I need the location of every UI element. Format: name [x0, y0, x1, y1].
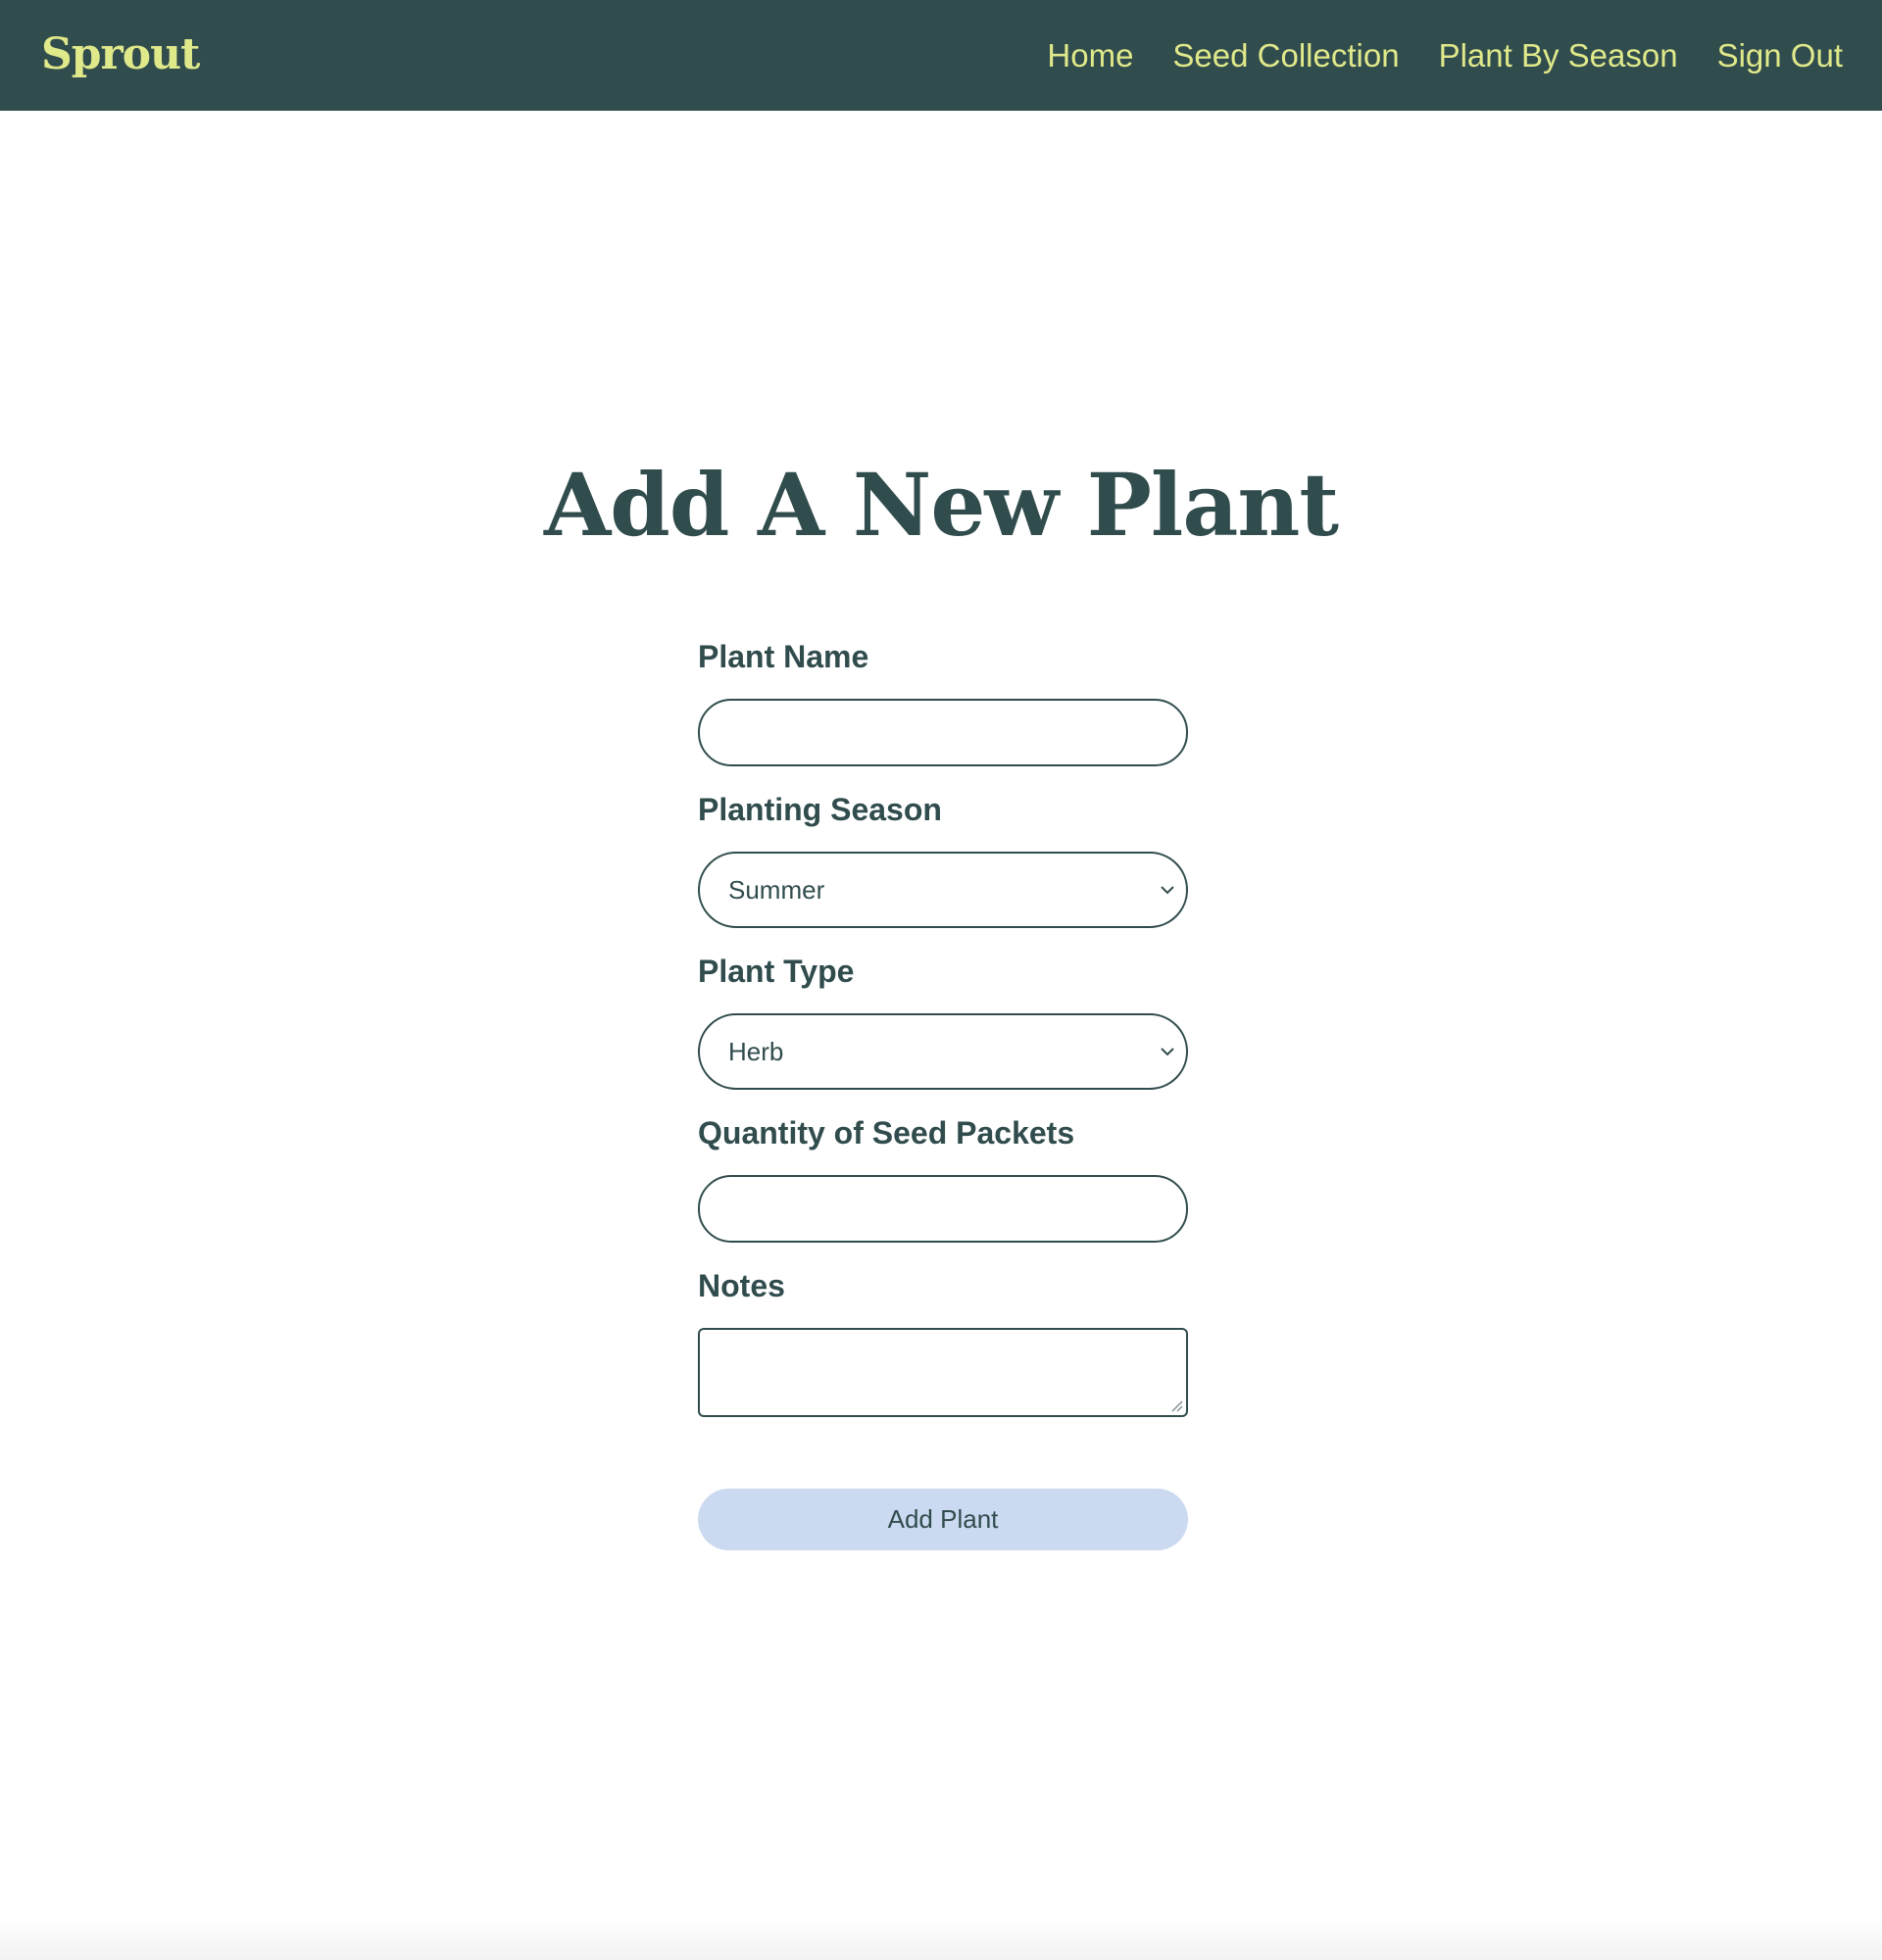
- plant-name-input[interactable]: [698, 699, 1188, 766]
- chevron-down-icon: [1161, 1048, 1174, 1056]
- page-footer-shadow: [0, 1916, 1882, 1960]
- nav-link-plant-by-season[interactable]: Plant By Season: [1439, 37, 1678, 74]
- nav-links: Home Seed Collection Plant By Season Sig…: [1047, 0, 1843, 111]
- nav-link-sign-out[interactable]: Sign Out: [1717, 37, 1843, 74]
- brand-logo[interactable]: Sprout: [41, 25, 200, 84]
- planting-season-select[interactable]: Summer: [698, 852, 1188, 928]
- nav-link-home[interactable]: Home: [1047, 37, 1133, 74]
- plant-type-label: Plant Type: [698, 954, 855, 989]
- plant-type-value: Herb: [728, 1037, 784, 1066]
- notes-label: Notes: [698, 1268, 785, 1303]
- page-title: Add A New Plant: [544, 454, 1339, 556]
- resize-grip-icon[interactable]: [1169, 1398, 1183, 1412]
- planting-season-value: Summer: [728, 875, 825, 905]
- nav-link-seed-collection[interactable]: Seed Collection: [1172, 37, 1399, 74]
- add-plant-button[interactable]: Add Plant: [698, 1489, 1188, 1550]
- seed-quantity-label: Quantity of Seed Packets: [698, 1115, 1075, 1151]
- planting-season-label: Planting Season: [698, 792, 942, 827]
- plant-type-select[interactable]: Herb: [698, 1013, 1188, 1090]
- top-navbar: Sprout Home Seed Collection Plant By Sea…: [0, 0, 1882, 111]
- notes-textarea[interactable]: [698, 1328, 1188, 1417]
- plant-name-label: Plant Name: [698, 639, 869, 674]
- chevron-down-icon: [1161, 886, 1174, 895]
- seed-quantity-input[interactable]: [698, 1175, 1188, 1243]
